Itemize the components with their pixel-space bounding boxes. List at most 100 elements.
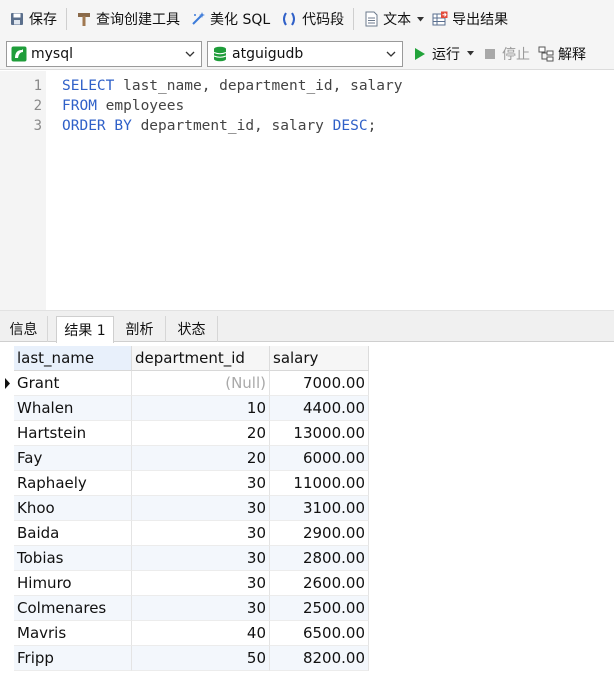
cell-value: Khoo — [17, 499, 55, 517]
table-cell[interactable]: 11000.00 — [270, 471, 369, 496]
tab-profile-label: 剖析 — [125, 322, 154, 338]
cell-value: 11000.00 — [293, 474, 365, 492]
row-selector[interactable] — [0, 371, 14, 396]
row-selector[interactable] — [0, 421, 14, 446]
table-cell[interactable]: 50 — [132, 646, 270, 671]
table-cell[interactable]: 4400.00 — [270, 396, 369, 421]
explain-tree-icon — [538, 46, 554, 62]
table-cell[interactable]: 3100.00 — [270, 496, 369, 521]
cell-value: 40 — [246, 624, 266, 642]
code-line[interactable]: SELECT last_name, department_id, salary — [62, 76, 402, 96]
table-cell[interactable]: Himuro — [14, 571, 132, 596]
code-snippet-button[interactable]: 代码段 — [277, 6, 347, 32]
code-snippet-label: 代码段 — [302, 12, 345, 28]
table-cell[interactable]: 10 — [132, 396, 270, 421]
row-selector[interactable] — [0, 596, 14, 621]
table-cell[interactable]: 7000.00 — [270, 371, 369, 396]
results-grid[interactable]: last_name department_id salary Grant (Nul… — [0, 346, 614, 673]
tab-status[interactable]: 状态 — [166, 316, 218, 342]
table-cell[interactable]: Hartstein — [14, 421, 132, 446]
table-cell[interactable]: 13000.00 — [270, 421, 369, 446]
result-tabs: 信息 结果 1 剖析 状态 — [0, 316, 614, 343]
table-cell[interactable]: 2900.00 — [270, 521, 369, 546]
table-cell[interactable]: 30 — [132, 471, 270, 496]
toolbar-divider — [66, 8, 67, 30]
cell-value: 2900.00 — [302, 524, 365, 542]
cell-value: 30 — [246, 574, 266, 592]
column-header-label: last_name — [17, 349, 95, 367]
column-header-last-name[interactable]: last_name — [14, 346, 132, 371]
row-selector[interactable] — [0, 621, 14, 646]
row-selector[interactable] — [0, 446, 14, 471]
table-cell[interactable]: 8200.00 — [270, 646, 369, 671]
table-cell[interactable]: (Null) — [132, 371, 270, 396]
row-selector[interactable] — [0, 396, 14, 421]
code-line[interactable]: ORDER BY department_id, salary DESC; — [62, 116, 376, 136]
tab-result-1[interactable]: 结果 1 — [56, 316, 114, 343]
table-cell[interactable]: Raphaely — [14, 471, 132, 496]
sql-editor[interactable]: 1 2 3 SELECT last_name, department_id, sal… — [0, 71, 614, 310]
row-selector[interactable] — [0, 521, 14, 546]
row-selector[interactable] — [0, 646, 14, 671]
dropdown-arrow-icon[interactable] — [417, 16, 425, 22]
table-cell[interactable]: 2600.00 — [270, 571, 369, 596]
table-cell[interactable]: 2500.00 — [270, 596, 369, 621]
table-cell[interactable]: Colmenares — [14, 596, 132, 621]
explain-button[interactable]: 解释 — [535, 41, 589, 67]
table-cell[interactable]: Mavris — [14, 621, 132, 646]
cell-value: 30 — [246, 549, 266, 567]
sql-text: ; — [367, 118, 377, 134]
table-cell[interactable]: Fay — [14, 446, 132, 471]
tab-profile[interactable]: 剖析 — [114, 316, 166, 342]
sql-keyword: SELECT — [62, 78, 115, 94]
document-icon — [363, 11, 379, 27]
table-cell[interactable]: 2800.00 — [270, 546, 369, 571]
database-select[interactable]: atguigudb — [207, 40, 403, 67]
sql-text: last_name, department_id, salary — [114, 78, 403, 94]
run-button[interactable]: 运行 — [409, 41, 477, 67]
cell-value: Tobias — [17, 549, 64, 567]
cell-value: 20 — [246, 424, 266, 442]
code-line[interactable]: FROM employees — [62, 96, 184, 116]
table-cell[interactable]: 20 — [132, 421, 270, 446]
table-cell[interactable]: Tobias — [14, 546, 132, 571]
line-number: 3 — [33, 118, 42, 134]
table-cell[interactable]: Khoo — [14, 496, 132, 521]
table-cell[interactable]: 30 — [132, 496, 270, 521]
table-cell[interactable]: 20 — [132, 446, 270, 471]
cell-value: 8200.00 — [302, 649, 365, 667]
server-select[interactable]: mysql — [6, 40, 202, 67]
column-header-department-id[interactable]: department_id — [132, 346, 270, 371]
table-cell[interactable]: 30 — [132, 596, 270, 621]
table-cell[interactable]: Grant — [14, 371, 132, 396]
beautify-sql-button[interactable]: 美化 SQL — [187, 6, 273, 32]
table-cell[interactable]: Baida — [14, 521, 132, 546]
table-cell[interactable]: 30 — [132, 521, 270, 546]
table-cell[interactable]: 6500.00 — [270, 621, 369, 646]
export-results-button[interactable]: 导出结果 — [429, 6, 511, 32]
row-selector[interactable] — [0, 546, 14, 571]
cell-value: Baida — [17, 524, 60, 542]
save-label: 保存 — [29, 12, 57, 28]
database-select-value: atguigudb — [232, 45, 304, 62]
save-button[interactable]: 保存 — [6, 6, 60, 32]
column-header-salary[interactable]: salary — [270, 346, 369, 371]
tab-info[interactable]: 信息 — [0, 316, 48, 342]
table-cell[interactable]: Whalen — [14, 396, 132, 421]
query-builder-button[interactable]: 查询创建工具 — [73, 6, 183, 32]
table-cell[interactable]: 40 — [132, 621, 270, 646]
dropdown-arrow-icon[interactable] — [467, 51, 474, 56]
table-cell[interactable]: 30 — [132, 546, 270, 571]
cell-value: 30 — [246, 599, 266, 617]
text-view-button[interactable]: 文本 — [360, 6, 427, 32]
stop-button[interactable]: 停止 — [479, 41, 533, 67]
table-cell[interactable]: Fripp — [14, 646, 132, 671]
run-label: 运行 — [432, 46, 460, 63]
tab-result-1-label: 结果 1 — [64, 323, 106, 339]
main-toolbar: 保存 查询创建工具 美化 SQL 代码段 文本 导出结果 — [0, 0, 614, 38]
row-selector[interactable] — [0, 471, 14, 496]
row-selector[interactable] — [0, 571, 14, 596]
table-cell[interactable]: 30 — [132, 571, 270, 596]
table-cell[interactable]: 6000.00 — [270, 446, 369, 471]
row-selector[interactable] — [0, 496, 14, 521]
